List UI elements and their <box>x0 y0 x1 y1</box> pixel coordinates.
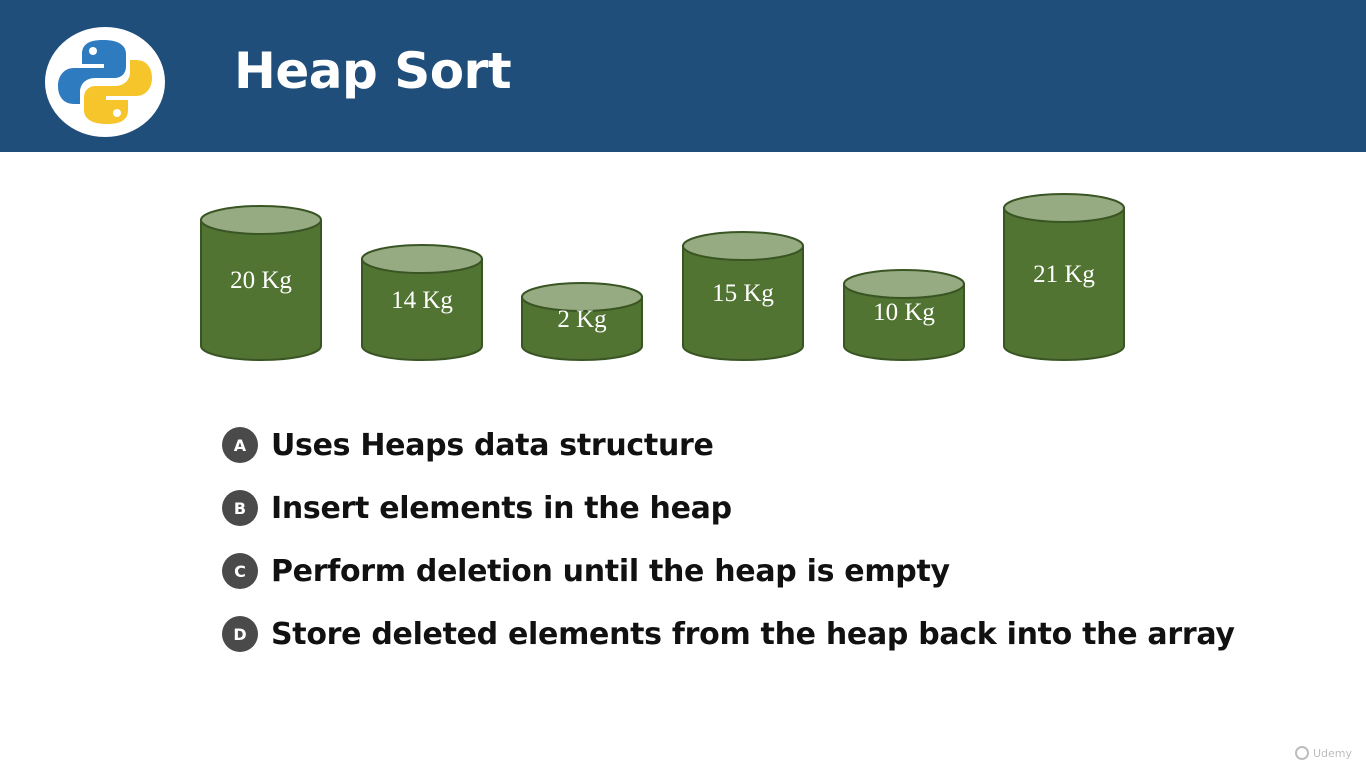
cylinder-top <box>843 269 965 299</box>
watermark-text: Udemy <box>1312 746 1352 760</box>
cylinder-label: 15 Kg <box>712 280 774 307</box>
cylinder-label: 2 Kg <box>557 305 607 333</box>
cylinder-label: 14 Kg <box>391 286 453 314</box>
cylinder-top <box>361 244 483 274</box>
list-item: B Insert elements in the heap <box>222 488 1235 528</box>
cylinder-top <box>682 231 804 261</box>
weight-cylinder: 15 Kg <box>682 231 804 361</box>
cylinder-label: 10 Kg <box>873 299 935 326</box>
slide-title: Heap Sort <box>234 42 512 100</box>
python-logo-icon <box>45 27 165 137</box>
point-text: Store deleted elements from the heap bac… <box>271 616 1235 652</box>
udemy-icon <box>1294 746 1309 760</box>
cylinder-label: 21 Kg <box>1033 261 1095 288</box>
point-text: Insert elements in the heap <box>271 490 732 526</box>
weight-cylinder: 14 Kg <box>361 244 483 361</box>
badge-a: A <box>222 427 258 463</box>
udemy-watermark: Udemy <box>1294 746 1352 760</box>
point-text: Perform deletion until the heap is empty <box>271 553 950 589</box>
weight-cylinder: 2 Kg <box>521 282 643 361</box>
weight-cylinder: 21 Kg <box>1003 193 1125 361</box>
cylinder-top <box>1003 193 1125 223</box>
key-points-list: A Uses Heaps data structure B Insert ele… <box>222 425 1235 677</box>
list-item: A Uses Heaps data structure <box>222 425 1235 465</box>
badge-b: B <box>222 490 258 526</box>
list-item: C Perform deletion until the heap is emp… <box>222 551 1235 591</box>
badge-c: C <box>222 553 258 589</box>
cylinder-label: 20 Kg <box>230 267 292 294</box>
point-text: Uses Heaps data structure <box>271 427 714 463</box>
slide-header: Heap Sort <box>0 0 1366 152</box>
cylinder-top <box>200 205 322 235</box>
list-item: D Store deleted elements from the heap b… <box>222 614 1235 654</box>
badge-d: D <box>222 616 258 652</box>
weight-cylinder: 20 Kg <box>200 205 322 361</box>
weight-cylinder: 10 Kg <box>843 269 965 361</box>
